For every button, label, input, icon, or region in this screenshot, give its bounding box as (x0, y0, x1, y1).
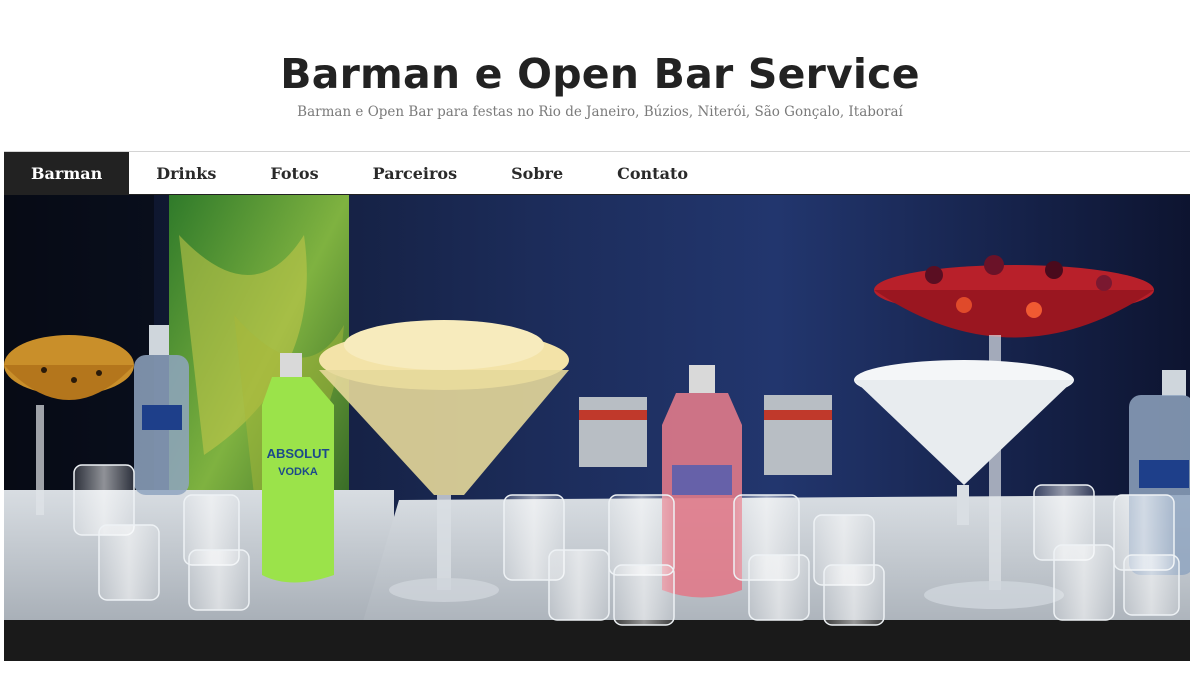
main-navigation: Barman Drinks Fotos Parceiros Sobre Cont… (4, 151, 1190, 196)
nav-item-fotos[interactable]: Fotos (243, 152, 345, 194)
nav-item-drinks[interactable]: Drinks (129, 152, 243, 194)
cocktail-shaker-2 (764, 395, 832, 475)
bottle-label-brand: ABSOLUT (267, 446, 330, 461)
site-title[interactable]: Barman e Open Bar Service (0, 50, 1200, 98)
nav-item-barman[interactable]: Barman (4, 152, 130, 194)
nav-item-contato[interactable]: Contato (590, 152, 715, 194)
nav-item-parceiros[interactable]: Parceiros (346, 152, 485, 194)
nav-item-sobre[interactable]: Sobre (484, 152, 590, 194)
cocktail-shaker-1 (579, 397, 647, 467)
bar-photo-illustration: ABSOLUT VODKA (4, 195, 1190, 661)
site-tagline: Barman e Open Bar para festas no Rio de … (297, 104, 903, 120)
hero-image: ABSOLUT VODKA (4, 195, 1190, 661)
site-header: Barman e Open Bar Service Barman e Open … (0, 0, 1200, 150)
bottle-label-type: VODKA (278, 466, 318, 478)
